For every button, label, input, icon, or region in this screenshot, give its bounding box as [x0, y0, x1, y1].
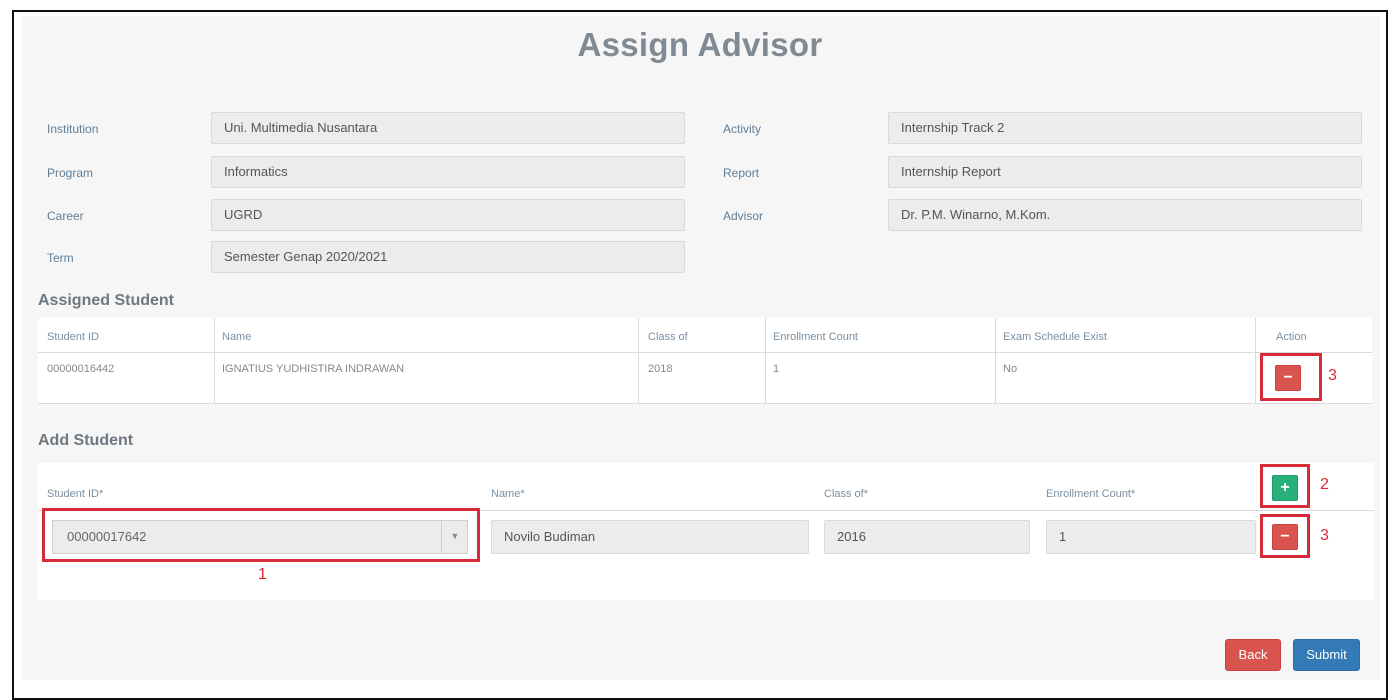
column-divider: [995, 318, 996, 404]
annotation-number-3: 3: [1320, 527, 1329, 544]
name-field: Novilo Budiman: [491, 520, 809, 554]
enrollment-count-label: Enrollment Count*: [1046, 488, 1136, 500]
activity-field: Internship Track 2: [888, 112, 1362, 144]
table-cell-exam-schedule: No: [1003, 363, 1018, 375]
column-header-name: Name: [222, 331, 252, 343]
annotation-number-3: 3: [1328, 367, 1337, 384]
report-field: Internship Report: [888, 156, 1362, 188]
career-label: Career: [47, 209, 84, 223]
table-cell-class-of: 2018: [648, 363, 673, 375]
highlight-box-remove-new: [1260, 514, 1310, 558]
institution-field: Uni. Multimedia Nusantara: [211, 112, 685, 144]
add-student-heading: Add Student: [38, 432, 134, 449]
institution-label: Institution: [47, 122, 99, 136]
table-bottom-border: [38, 403, 1372, 404]
program-label: Program: [47, 166, 94, 180]
advisor-field: Dr. P.M. Winarno, M.Kom.: [888, 199, 1362, 231]
enrollment-count-field: 1: [1046, 520, 1256, 554]
submit-button[interactable]: Submit: [1293, 639, 1360, 671]
table-cell-name: IGNATIUS YUDHISTIRA INDRAWAN: [222, 363, 405, 375]
name-label: Name*: [491, 488, 525, 500]
table-cell-student-id: 00000016442: [47, 363, 115, 375]
activity-label: Activity: [723, 122, 762, 136]
assigned-student-heading: Assigned Student: [38, 292, 175, 309]
advisor-label: Advisor: [723, 209, 764, 223]
annotation-number-1: 1: [258, 566, 267, 583]
column-header-class-of: Class of: [648, 331, 688, 343]
table-header-divider: [38, 352, 1372, 353]
annotation-number-2: 2: [1320, 476, 1329, 493]
class-of-label: Class of*: [824, 488, 869, 500]
student-id-label: Student ID*: [47, 488, 104, 500]
column-header-exam-schedule: Exam Schedule Exist: [1003, 331, 1107, 343]
column-divider: [765, 318, 766, 404]
column-header-enrollment-count: Enrollment Count: [773, 331, 858, 343]
program-field: Informatics: [211, 156, 685, 188]
back-button[interactable]: Back: [1225, 639, 1281, 671]
table-cell-enrollment-count: 1: [773, 363, 780, 375]
highlight-box-add: [1260, 464, 1310, 508]
highlight-box-remove-assigned: [1260, 353, 1322, 401]
highlight-box-student-id: [42, 508, 480, 562]
column-divider: [638, 318, 639, 404]
column-header-student-id: Student ID: [47, 331, 99, 343]
class-of-field: 2016: [824, 520, 1030, 554]
report-label: Report: [723, 166, 760, 180]
column-divider: [214, 318, 215, 404]
column-divider: [1255, 318, 1256, 404]
page-title: Assign Advisor: [577, 26, 823, 63]
column-header-action: Action: [1276, 331, 1307, 343]
career-field: UGRD: [211, 199, 685, 231]
term-field: Semester Genap 2020/2021: [211, 241, 685, 273]
term-label: Term: [47, 251, 74, 265]
